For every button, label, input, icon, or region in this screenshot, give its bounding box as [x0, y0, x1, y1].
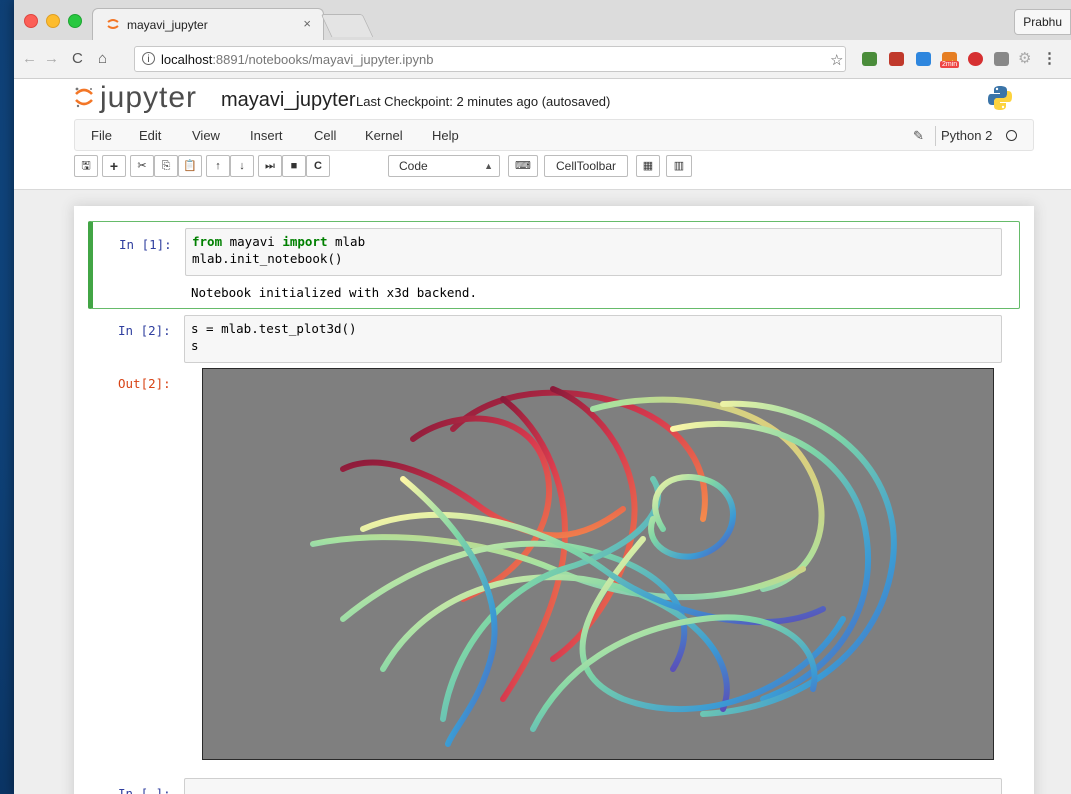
code-cell-3[interactable]: In [ ]:	[88, 774, 1020, 794]
notebook-container: In [1]: from mayavi import mlab mlab.ini…	[74, 206, 1034, 794]
input-prompt: In [ ]:	[118, 786, 171, 794]
table-icon[interactable]: ▦	[636, 155, 660, 177]
browser-tab[interactable]: mayavi_jupyter ×	[92, 8, 324, 40]
checkpoint-status: Last Checkpoint: 2 minutes ago (autosave…	[356, 94, 611, 109]
code-editor[interactable]	[184, 778, 1002, 794]
paste-cells-icon[interactable]: 📋	[178, 155, 202, 177]
command-palette-keyboard-icon[interactable]: ⌨	[508, 155, 538, 177]
menu-insert[interactable]: Insert	[250, 128, 283, 143]
knot-tube-segment	[648, 474, 736, 560]
menu-view[interactable]: View	[192, 128, 220, 143]
output-prompt: Out[2]:	[118, 376, 171, 391]
url-input[interactable]: i localhost:8891/notebooks/mayavi_jupyte…	[134, 46, 846, 72]
menu-kernel[interactable]: Kernel	[365, 128, 403, 143]
kernel-separator	[935, 126, 936, 146]
restart-kernel-icon[interactable]: C	[306, 155, 330, 177]
knot-tube-segment	[340, 459, 626, 539]
menu-bar: File Edit View Insert Cell Kernel Help ✎…	[74, 119, 1034, 151]
menu-file[interactable]: File	[91, 128, 112, 143]
cell-type-value: Code	[399, 159, 428, 173]
knot-tube-segment	[450, 389, 708, 522]
code-cell-2[interactable]: In [2]: s = mlab.test_plot3d() s Out[2]:	[88, 314, 1020, 764]
new-tab-button[interactable]	[320, 14, 374, 37]
reload-icon[interactable]: C	[72, 51, 83, 67]
edit-mode-pencil-icon: ✎	[913, 128, 924, 143]
home-icon[interactable]: ⌂	[98, 51, 107, 67]
tab-bar: mayavi_jupyter × Prabhu	[14, 0, 1071, 40]
back-icon[interactable]: ←	[22, 51, 37, 67]
menu-help[interactable]: Help	[432, 128, 459, 143]
jupyter-header: jupyter mayavi_jupyter Last Checkpoint: …	[14, 79, 1071, 190]
browser-window: mayavi_jupyter × Prabhu ← → C ⌂ i localh…	[14, 0, 1071, 794]
code-cell-1[interactable]: In [1]: from mayavi import mlab mlab.ini…	[88, 221, 1020, 309]
run-cell-icon[interactable]: ⏭	[258, 155, 282, 177]
extension-gear-icon[interactable]: ⚙	[1018, 51, 1031, 67]
interrupt-kernel-icon[interactable]: ■	[282, 155, 306, 177]
kernel-name[interactable]: Python 2	[941, 128, 992, 143]
python-logo-icon	[988, 86, 1012, 110]
extension-timer-badge: 2min	[940, 61, 960, 68]
tab-title: mayavi_jupyter	[127, 18, 208, 32]
code-editor[interactable]: from mayavi import mlab mlab.init_notebo…	[185, 228, 1002, 276]
url-text: localhost:8891/notebooks/mayavi_jupyter.…	[161, 52, 434, 67]
browser-menu-icon[interactable]: ⋮	[1042, 51, 1057, 67]
forward-icon[interactable]: →	[44, 51, 59, 67]
knot-tube-segment	[670, 420, 872, 702]
site-info-icon[interactable]: i	[142, 52, 155, 65]
select-arrows-icon: ▲	[484, 161, 493, 171]
extension-icon-6[interactable]	[994, 52, 1009, 66]
profile-button[interactable]: Prabhu	[1014, 9, 1071, 35]
close-window-button[interactable]	[24, 14, 38, 28]
x3d-scene-output[interactable]	[202, 368, 994, 760]
notebook-name[interactable]: mayavi_jupyter	[221, 89, 356, 112]
save-icon[interactable]: 🖫	[74, 155, 98, 177]
menu-edit[interactable]: Edit	[139, 128, 161, 143]
extension-icon-3[interactable]	[916, 52, 931, 66]
bookmark-star-icon[interactable]: ☆	[830, 51, 843, 69]
cell-type-select[interactable]: Code ▲	[388, 155, 500, 177]
code-editor[interactable]: s = mlab.test_plot3d() s	[184, 315, 1002, 363]
window-controls	[24, 14, 82, 28]
menu-cell[interactable]: Cell	[314, 128, 336, 143]
cut-cells-icon[interactable]: ✂	[130, 155, 154, 177]
move-cell-up-icon[interactable]: ↑	[206, 155, 230, 177]
jupyter-favicon-icon	[107, 19, 119, 29]
insert-cell-below-icon[interactable]: +	[102, 155, 126, 177]
extension-icon-2[interactable]	[889, 52, 904, 66]
knot-tube-segment	[530, 614, 818, 732]
address-bar: ← → C ⌂ i localhost:8891/notebooks/mayav…	[14, 40, 1071, 79]
bar-chart-icon[interactable]: ▥	[666, 155, 692, 177]
tab-close-icon[interactable]: ×	[303, 16, 311, 31]
kernel-idle-indicator-icon	[1006, 130, 1017, 141]
copy-cells-icon[interactable]: ⎘	[154, 155, 178, 177]
input-prompt: In [1]:	[119, 237, 172, 252]
move-cell-down-icon[interactable]: ↓	[230, 155, 254, 177]
adblock-icon[interactable]	[968, 52, 983, 66]
cell-output-text: Notebook initialized with x3d backend.	[191, 285, 477, 300]
celltoolbar-button[interactable]: CellToolbar	[544, 155, 628, 177]
jupyter-logo-icon[interactable]	[74, 86, 94, 108]
extension-icon-1[interactable]	[862, 52, 877, 66]
jupyter-logo-text[interactable]: jupyter	[100, 81, 197, 115]
minimize-window-button[interactable]	[46, 14, 60, 28]
3d-knot-plot[interactable]	[203, 369, 993, 759]
zoom-window-button[interactable]	[68, 14, 82, 28]
input-prompt: In [2]:	[118, 323, 171, 338]
